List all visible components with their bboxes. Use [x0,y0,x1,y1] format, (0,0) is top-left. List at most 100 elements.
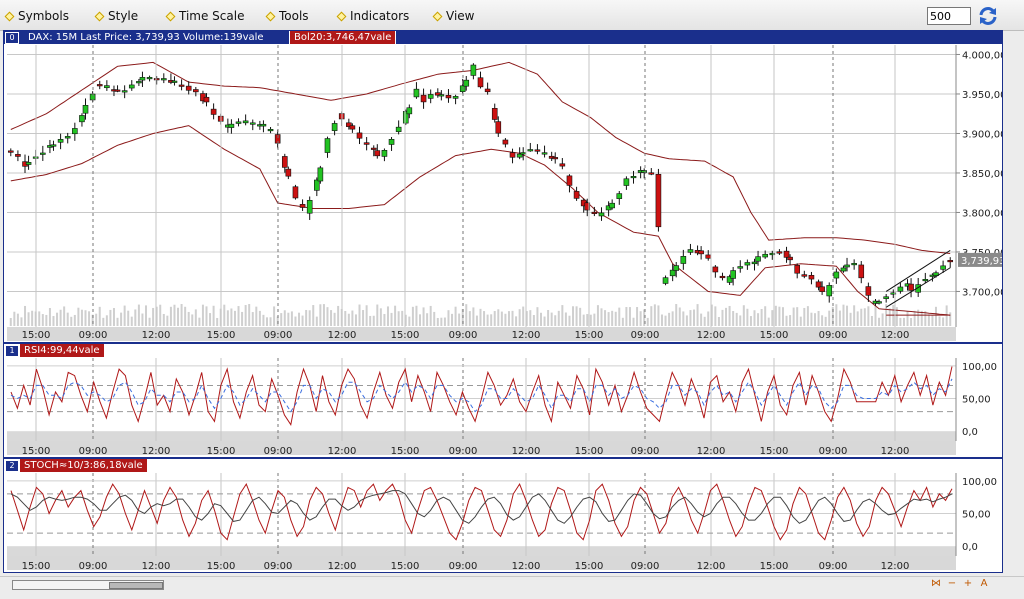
candle-up [642,171,647,173]
menu-view[interactable]: View [434,8,474,24]
x-tick-label: 09:00 [449,330,478,341]
rsi-chart[interactable]: 15:0009:0012:0015:0009:0012:0015:0009:00… [4,344,1002,457]
volume-bar [754,310,756,326]
y-tick-label: 3.800,00 [962,208,1002,219]
volume-bar [593,314,595,326]
scrollbar-thumb[interactable] [109,582,163,589]
volume-bar [52,316,54,326]
bar-count-input[interactable] [927,7,971,25]
candle-up [58,139,63,142]
volume-bar [939,316,941,326]
candle-up [845,265,850,267]
y-tick-label: 3.900,00 [962,129,1002,140]
candle-up [79,115,84,121]
menu-label: Style [108,9,138,23]
volume-bar [159,305,161,326]
volume-bar [497,309,499,326]
candle-up [129,85,134,88]
stoch-chart[interactable]: 15:0009:0012:0015:0009:0012:0015:0009:00… [4,459,1002,572]
candle-down [300,204,305,207]
stoch-layer: 15:0009:0012:0015:0009:0012:0015:0009:00… [4,473,1002,572]
volume-bar [782,307,784,326]
volume-bar [117,318,119,326]
volume-bar [568,316,570,326]
x-tick-label: 09:00 [264,446,293,457]
candle-up [396,127,401,131]
volume-bar [423,307,425,326]
rsi-shaded-zone [7,431,956,441]
volume-bar [942,317,944,326]
candle-down [446,95,451,98]
volume-bar [931,315,933,326]
volume-bar [394,306,396,326]
volume-bar [373,316,375,326]
x-tick-label: 15:00 [22,330,51,341]
x-tick-label: 15:00 [207,561,236,572]
y-tick-label: 3.950,00 [962,90,1002,101]
refresh-icon[interactable] [977,6,999,26]
candle-up [414,89,419,97]
volume-bar [188,312,190,326]
menu-symbols[interactable]: Symbols [6,8,69,24]
candle-up [752,262,757,264]
volume-bar [867,306,869,326]
collapse-icon[interactable]: ⋈ [931,579,941,589]
candle-down [371,148,376,150]
volume-bar [294,317,296,326]
candle-down [820,287,825,292]
volume-bar [565,312,567,326]
volume-bar [558,311,560,326]
price-chart[interactable]: 4.000,003.950,003.900,003.850,003.800,00… [4,31,1002,342]
volume-bar [383,314,385,326]
candle-down [777,252,782,254]
volume-bar [344,311,346,326]
menu-time-scale[interactable]: Time Scale [167,8,244,24]
candle-up [389,139,394,144]
volume-bar [280,313,282,326]
volume-bar [213,306,215,326]
candle-up [852,263,857,265]
menu-style[interactable]: Style [96,8,138,24]
volume-bar [309,310,311,326]
volume-bar [775,306,777,326]
zoom-out-icon[interactable]: − [947,579,957,589]
menu-tools[interactable]: Tools [267,8,309,24]
volume-bar [31,311,33,326]
x-tick-label: 12:00 [512,561,541,572]
candle-down [592,212,597,214]
volume-bar [586,314,588,326]
volume-bar [625,307,627,326]
volume-bar [796,307,798,326]
candle-down [706,255,711,258]
candle-down [204,97,209,102]
volume-bar [359,305,361,326]
volume-bar [878,318,880,326]
menu-indicators[interactable]: Indicators [338,8,409,24]
zoom-in-icon[interactable]: + [963,579,973,589]
volume-bar [430,306,432,326]
x-tick-label: 15:00 [391,446,420,457]
x-tick-label: 09:00 [264,330,293,341]
volume-bar [305,310,307,326]
candle-down [560,164,565,166]
candle-up [140,77,145,80]
volume-bar [778,307,780,326]
volume-bar [857,311,859,326]
volume-bar [487,315,489,326]
volume-bar [686,315,688,326]
horizontal-scrollbar[interactable] [12,580,164,590]
volume-bar [736,313,738,326]
candle-up [72,128,77,133]
volume-bar [362,310,364,326]
x-tick-label: 12:00 [512,330,541,341]
volume-bar [166,316,168,326]
x-tick-label: 15:00 [22,446,51,457]
volume-bar [248,304,250,326]
candle-down [510,153,515,158]
x-tick-label: 09:00 [819,561,848,572]
autoscale-icon[interactable]: A [979,579,989,589]
candle-up [617,194,622,199]
volume-bar [640,311,642,326]
volume-bar [600,308,602,326]
candle-up [172,81,177,83]
